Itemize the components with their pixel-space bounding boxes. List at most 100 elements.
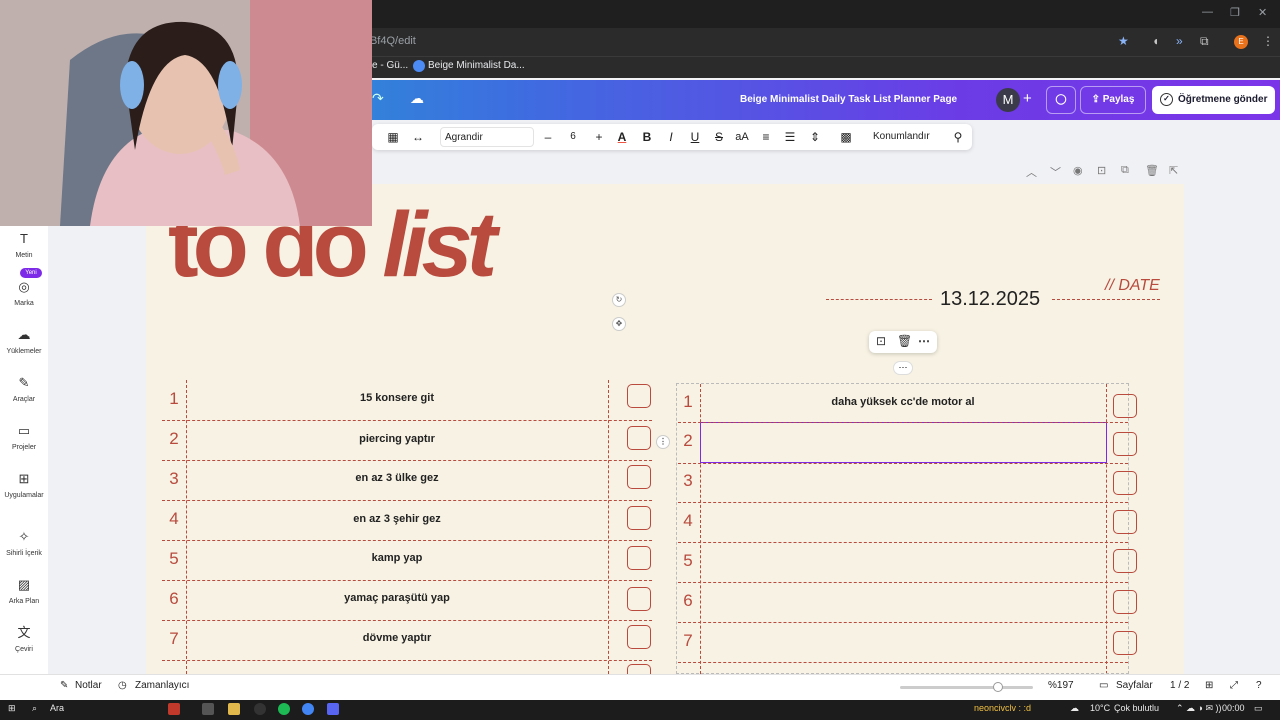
more-menu-icon[interactable]: ⋯ [893, 361, 913, 375]
task-text[interactable]: daha yüksek cc'de motor al [702, 396, 1104, 408]
font-size-decrease-button[interactable]: – [541, 128, 555, 146]
sidebar-item-tools[interactable]: ✎ Araçlar [0, 374, 48, 403]
document-title[interactable]: Beige Minimalist Daily Task List Planner… [740, 94, 957, 105]
maximize-icon[interactable]: ❐ [1230, 6, 1240, 19]
bookmark-item[interactable]: Beige Minimalist Da... [428, 60, 525, 71]
windows-start-icon[interactable]: ⊞ [8, 703, 16, 714]
more-options-icon[interactable]: ⋮ [656, 435, 670, 449]
task-text[interactable]: 15 konsere git [190, 392, 604, 404]
zoom-level[interactable]: %197 [1048, 680, 1074, 691]
sidebar-item-apps[interactable]: ⊞ Uygulamalar [0, 470, 48, 499]
task-text[interactable]: piercing yaptır [190, 433, 604, 445]
zoom-slider-handle[interactable] [993, 682, 1003, 692]
minimize-icon[interactable]: — [1202, 6, 1213, 18]
bookmark-item[interactable]: e - Gü... [372, 60, 408, 71]
extension-icon[interactable]: ◖ [1152, 34, 1159, 48]
pages-icon[interactable]: ▭ [1099, 680, 1108, 691]
notification-icon[interactable]: ▭ [1254, 703, 1263, 714]
sidebar-item-brand[interactable]: ◎ Marka [0, 278, 48, 307]
tray-icons[interactable]: ⌃ ☁ ◑ ✉ )) [1176, 703, 1222, 714]
task-checkbox[interactable] [627, 546, 651, 570]
font-size-input[interactable]: 6 [562, 128, 584, 146]
spacing-icon[interactable]: ⇕ [807, 128, 823, 146]
task-checkbox[interactable] [627, 426, 651, 450]
letter-case-button[interactable]: aA [733, 128, 751, 146]
taskbar-app-icon[interactable] [168, 703, 180, 715]
spotify-icon[interactable] [278, 703, 290, 715]
more-icon[interactable]: ⋯ [918, 334, 930, 348]
help-icon[interactable]: ? [1256, 680, 1262, 691]
task-checkbox[interactable] [1113, 510, 1137, 534]
align-center-icon[interactable]: ≡ [759, 128, 773, 146]
taskbar-search[interactable]: Ara [50, 703, 64, 713]
task-checkbox[interactable] [1113, 432, 1137, 456]
grid-view-icon[interactable]: ⊞ [1205, 680, 1213, 691]
pages-button[interactable]: Sayfalar [1116, 680, 1153, 691]
transparency-icon[interactable]: ▩ [838, 128, 854, 146]
font-family-dropdown[interactable]: Agrandir [440, 127, 534, 147]
discord-icon[interactable] [327, 703, 339, 715]
strikethrough-button[interactable]: S [712, 128, 726, 146]
zoom-slider[interactable] [900, 686, 1033, 689]
task-checkbox[interactable] [627, 384, 651, 408]
bookmark-star-icon[interactable]: ★ [1118, 34, 1129, 48]
position-button[interactable]: Konumlandır [873, 131, 930, 142]
eye-icon[interactable]: ◉ [1073, 164, 1083, 177]
task-text[interactable]: dövme yaptır [190, 632, 604, 644]
more-menu-icon[interactable]: ⋮ [1262, 34, 1274, 48]
table-icon[interactable]: ▦ [386, 128, 400, 146]
task-text[interactable]: en az 3 ülke gez [190, 472, 604, 484]
task-text[interactable]: kamp yap [190, 552, 604, 564]
taskbar-app-icon[interactable] [202, 703, 214, 715]
task-text[interactable]: yamaç paraşütü yap [190, 592, 604, 604]
trash-icon[interactable]: 🗑 [1145, 164, 1159, 177]
redo-icon[interactable]: ↷ [372, 90, 384, 107]
sidebar-item-background[interactable]: ▨ Arka Plan [0, 576, 48, 605]
close-window-icon[interactable]: ✕ [1258, 6, 1267, 19]
sidebar-item-uploads[interactable]: ☁ Yüklemeler [0, 326, 48, 355]
send-to-teacher-button[interactable]: ✓ Öğretmene gönder [1152, 86, 1275, 114]
sidebar-item-magic[interactable]: ✧ Sihirli İçerik [0, 528, 48, 557]
user-avatar[interactable]: M [996, 88, 1020, 112]
extensions-puzzle-icon[interactable]: ⧉ [1200, 34, 1209, 49]
search-icon[interactable]: ⌕ [32, 703, 37, 714]
trash-icon[interactable]: 🗑 [897, 334, 912, 348]
task-checkbox[interactable] [1113, 549, 1137, 573]
add-page-icon[interactable]: ⇱ [1169, 164, 1178, 177]
chevron-up-icon[interactable]: ︿ [1026, 164, 1037, 180]
task-checkbox[interactable] [1113, 590, 1137, 614]
task-checkbox[interactable] [1113, 631, 1137, 655]
task-checkbox[interactable] [1113, 394, 1137, 418]
underline-button[interactable]: U [688, 128, 702, 146]
italic-button[interactable]: I [664, 128, 678, 146]
task-checkbox[interactable] [627, 625, 651, 649]
timer-icon[interactable]: ◷ [118, 680, 127, 691]
sidebar-item-translate[interactable]: 文 Çeviri [0, 624, 48, 653]
rotate-handle-icon[interactable]: ↻ [612, 293, 626, 307]
sidebar-item-projects[interactable]: ▭ Projeler [0, 422, 48, 451]
task-checkbox[interactable] [627, 587, 651, 611]
date-label[interactable]: // DATE [1105, 277, 1160, 295]
list-icon[interactable]: ☰ [783, 128, 797, 146]
chrome-icon[interactable] [302, 703, 314, 715]
profile-avatar[interactable]: E [1234, 35, 1248, 49]
folder-icon[interactable] [228, 703, 240, 715]
notes-button[interactable]: Notlar [75, 680, 102, 691]
notes-icon[interactable]: ✎ [60, 680, 68, 691]
move-handle-icon[interactable]: ✥ [612, 317, 626, 331]
task-checkbox[interactable] [627, 664, 651, 674]
share-button[interactable]: ⇪ Paylaş [1080, 86, 1146, 114]
font-size-increase-button[interactable]: + [592, 128, 606, 146]
add-collaborator-icon[interactable]: + [1023, 90, 1032, 107]
task-checkbox[interactable] [1113, 471, 1137, 495]
fullscreen-icon[interactable]: ⤢ [1230, 680, 1238, 691]
taskbar-app-icon[interactable] [254, 703, 266, 715]
task-text[interactable]: en az 3 şehir gez [190, 513, 604, 525]
text-color-icon[interactable]: A [614, 128, 630, 146]
sidebar-item-text[interactable]: T Metin [0, 230, 48, 259]
cloud-saved-icon[interactable]: ☁ [410, 90, 424, 107]
column-width-icon[interactable]: ↔ [410, 128, 426, 146]
comment-button[interactable]: ◯ [1046, 86, 1076, 114]
timer-button[interactable]: Zamanlayıcı [135, 680, 189, 691]
chevron-down-icon[interactable]: ﹀ [1050, 164, 1061, 180]
